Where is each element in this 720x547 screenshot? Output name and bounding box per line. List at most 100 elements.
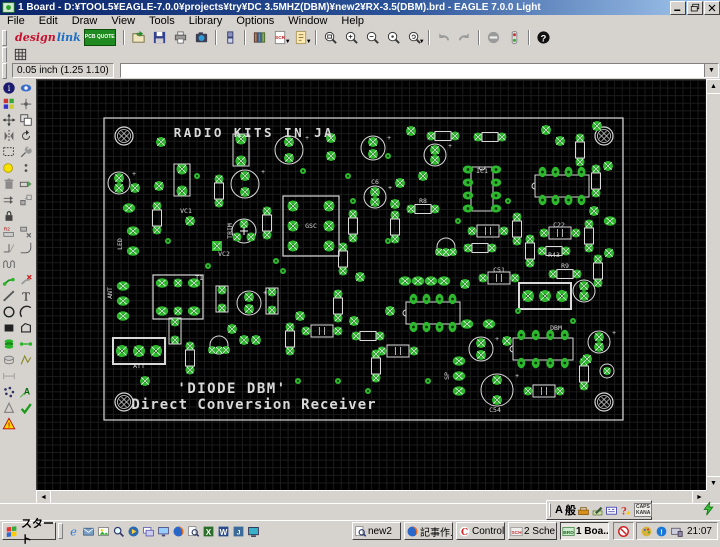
title-bar[interactable]: 1 Board - D:¥TOOL5¥EAGLE-7.0.0¥projects¥…	[0, 0, 720, 15]
tray-message[interactable]: !	[654, 524, 669, 539]
toolbar-grip[interactable]	[2, 62, 7, 79]
tray-palette-tool[interactable]	[639, 524, 654, 539]
quick-launch-outlook[interactable]	[81, 524, 96, 539]
menu-file[interactable]: File	[0, 15, 32, 28]
tool-polygon-button[interactable]	[17, 320, 34, 336]
quick-launch-excel[interactable]: X	[201, 524, 216, 539]
tool-mark-button[interactable]	[17, 96, 34, 112]
toolbar-grip[interactable]	[2, 29, 7, 46]
tool-paste-button[interactable]	[0, 160, 17, 176]
grid-button[interactable]	[10, 46, 31, 63]
stop-button[interactable]	[483, 29, 504, 46]
quick-launch-ie[interactable]: e	[66, 524, 81, 539]
ime-help-button[interactable]: ?	[619, 503, 633, 517]
export-image-button[interactable]	[191, 29, 212, 46]
quick-launch-magnifier[interactable]	[111, 524, 126, 539]
tool-lock-button[interactable]	[0, 208, 17, 224]
tool-replace-button[interactable]	[17, 192, 34, 208]
library-button[interactable]	[249, 29, 270, 46]
scroll-up-button[interactable]: ▲	[706, 79, 720, 94]
script-button[interactable]: SCR ▼	[270, 29, 291, 46]
ime-tools-button[interactable]	[577, 503, 591, 517]
tool-signal-button[interactable]	[17, 336, 34, 352]
task-button-3[interactable]: CControl...	[455, 522, 505, 540]
tool-change-button[interactable]	[17, 144, 34, 160]
tool-wire-button[interactable]	[0, 288, 17, 304]
dropdown-arrow-icon[interactable]: ▼	[306, 39, 312, 45]
quick-launch-ime[interactable]: J	[231, 524, 246, 539]
redo-button[interactable]	[454, 29, 475, 46]
tool-circle-button[interactable]	[0, 304, 17, 320]
dropdown-arrow-icon[interactable]: ▼	[419, 39, 425, 45]
tool-ratsnest-button[interactable]	[17, 352, 34, 368]
quick-launch-word[interactable]: W	[216, 524, 231, 539]
quick-launch-firefox[interactable]	[171, 524, 186, 539]
ime-grip[interactable]	[549, 503, 551, 517]
tool-copy-button[interactable]	[17, 112, 34, 128]
tool-rect-button[interactable]	[0, 320, 17, 336]
ime-input-mode[interactable]: A	[555, 504, 563, 516]
quick-launch-display[interactable]	[246, 524, 261, 539]
ime-language-bar[interactable]: A 般 ? CAPS KANA	[546, 500, 653, 520]
board-canvas[interactable]: +++++++++++RADIO KITS IN JA'DIODE DBM'Di…	[36, 79, 707, 491]
vertical-scroll-thumb[interactable]	[706, 93, 720, 477]
zoom-in-button[interactable]	[341, 29, 362, 46]
use-button[interactable]	[220, 29, 241, 46]
quick-launch-show-desktop[interactable]	[141, 524, 156, 539]
ime-pad-button[interactable]	[605, 503, 619, 517]
menu-tools[interactable]: Tools	[142, 15, 182, 28]
undo-button[interactable]	[433, 29, 454, 46]
quick-launch-grip[interactable]	[58, 523, 63, 539]
zoom-redraw-button[interactable]: ▼	[404, 29, 425, 46]
help-button[interactable]: ?	[533, 29, 554, 46]
tool-name-button[interactable]: R2	[0, 224, 17, 240]
tool-add-button[interactable]	[17, 176, 34, 192]
tool-route-button[interactable]	[0, 272, 17, 288]
menu-library[interactable]: Library	[182, 15, 230, 28]
tool-arc-button[interactable]	[17, 304, 34, 320]
menu-options[interactable]: Options	[229, 15, 281, 28]
restore-button[interactable]	[687, 0, 703, 15]
zoom-select-button[interactable]	[383, 29, 404, 46]
tray-monitor[interactable]	[669, 524, 684, 539]
quick-launch-my-computer[interactable]	[156, 524, 171, 539]
tool-ripup-button[interactable]	[17, 272, 34, 288]
task-button-5[interactable]: BRD 1 Boa...	[559, 522, 609, 540]
zoom-fit-button[interactable]	[320, 29, 341, 46]
tool-meander-button[interactable]	[0, 256, 17, 272]
save-button[interactable]	[149, 29, 170, 46]
tool-move-button[interactable]	[0, 112, 17, 128]
close-button[interactable]	[704, 0, 720, 15]
tool-erc-button[interactable]	[0, 400, 17, 416]
tool-autoA-button[interactable]: A	[17, 384, 34, 400]
menu-window[interactable]: Window	[281, 15, 334, 28]
scroll-down-button[interactable]: ▼	[706, 476, 720, 491]
toolbar-grip[interactable]	[2, 46, 7, 63]
tool-delete-button[interactable]	[0, 176, 17, 192]
tool-errors-button[interactable]: !	[0, 416, 17, 432]
command-input[interactable]	[120, 64, 704, 77]
tool-auto-button[interactable]	[0, 384, 17, 400]
traffic-light-button[interactable]	[504, 29, 525, 46]
tool-rotate-button[interactable]	[17, 128, 34, 144]
quick-launch-imaging[interactable]	[96, 524, 111, 539]
task-button-2[interactable]: 記事作..	[403, 522, 453, 540]
tool-via-button[interactable]	[0, 336, 17, 352]
command-dropdown-button[interactable]: ▼	[704, 64, 718, 77]
menu-help[interactable]: Help	[334, 15, 371, 28]
tray-blocked[interactable]	[616, 524, 631, 539]
tool-show-button[interactable]	[17, 80, 34, 96]
task-button-4[interactable]: SCH2 Sche...	[507, 522, 557, 540]
menu-edit[interactable]: Edit	[32, 15, 65, 28]
ime-caps-kana-indicator[interactable]: CAPS KANA	[633, 503, 653, 517]
print-button[interactable]	[170, 29, 191, 46]
tool-text-button[interactable]: T	[17, 288, 34, 304]
vertical-scrollbar[interactable]: ▲ ▼	[706, 79, 720, 491]
minimize-button[interactable]	[670, 0, 686, 15]
menu-draw[interactable]: Draw	[65, 15, 105, 28]
tool-cut-button[interactable]	[17, 160, 34, 176]
menu-view[interactable]: View	[104, 15, 142, 28]
tool-info-button[interactable]: i	[0, 80, 17, 96]
tool-dim-button[interactable]	[0, 368, 17, 384]
quick-launch-media-player[interactable]	[126, 524, 141, 539]
